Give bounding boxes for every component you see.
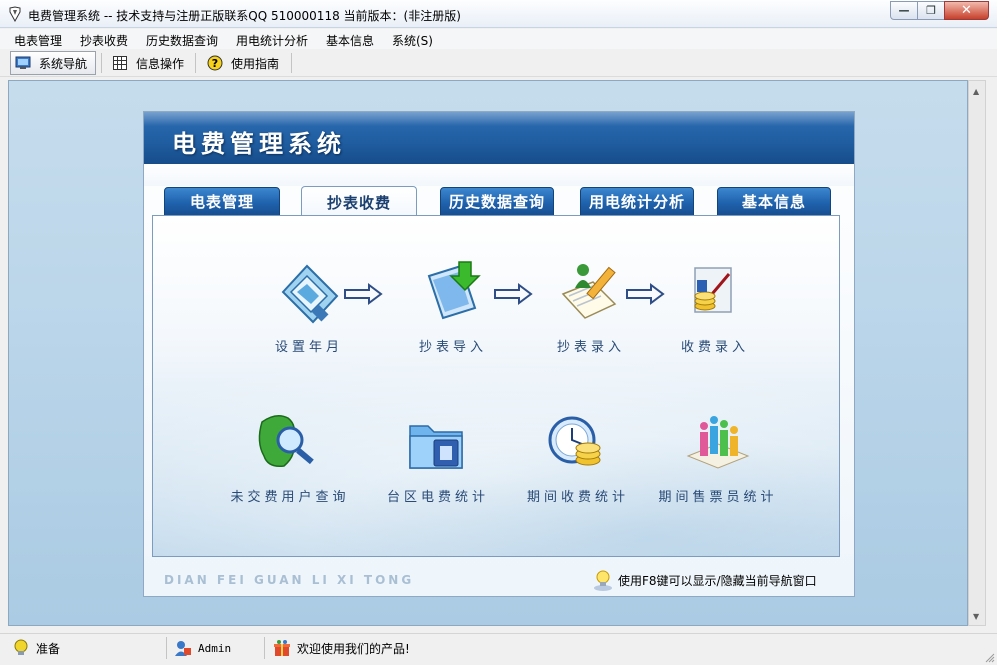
system-nav-label: 系统导航: [39, 56, 88, 71]
monitor-icon: [15, 55, 31, 71]
title-bar: 电费管理系统 -- 技术支持与注册正版联系QQ 510000118 当前版本：(…: [0, 0, 997, 28]
window-title: 电费管理系统 -- 技术支持与注册正版联系QQ 510000118 当前版本：(…: [28, 9, 461, 23]
user-icon: [175, 641, 191, 656]
app-icon: [9, 6, 21, 22]
panel-footer-text: DIAN FEI GUAN LI XI TONG: [164, 573, 415, 587]
toolbar-separator: [101, 53, 102, 73]
period-collection-statistics-item[interactable]: 期间收费统计: [513, 406, 643, 505]
notepad-pencil-icon: [561, 264, 617, 319]
unpaid-users-query-item[interactable]: 未交费用户查询: [215, 406, 365, 505]
panel-header: 电费管理系统: [144, 112, 854, 164]
folder-icon: [409, 425, 463, 469]
period-cashier-statistics-item[interactable]: 期间售票员统计: [648, 406, 788, 505]
toolbar-separator: [291, 53, 292, 73]
window-controls: — ❐ ✕: [890, 1, 989, 20]
restore-icon: ❐: [926, 4, 936, 17]
menu-meter-management[interactable]: 电表管理: [14, 32, 62, 49]
toolbar: 系统导航 信息操作 ? 使用指南: [0, 49, 997, 77]
f8-hint: 使用F8键可以显示/隐藏当前导航窗口: [592, 568, 817, 592]
menu-history-query[interactable]: 历史数据查询: [146, 32, 218, 49]
resize-grip-icon[interactable]: [983, 651, 995, 663]
menu-system[interactable]: 系统(S): [392, 32, 433, 49]
reading-entry-label: 抄表录入: [556, 340, 625, 355]
maximize-button[interactable]: ❐: [917, 1, 945, 20]
district-fee-statistics-label: 台区电费统计: [386, 490, 489, 505]
user-guide-button[interactable]: ? 使用指南: [203, 51, 283, 75]
tab-reading-billing[interactable]: 抄表收费: [301, 186, 417, 217]
menu-usage-analysis[interactable]: 用电统计分析: [236, 32, 308, 49]
svg-text:?: ?: [212, 57, 218, 70]
status-separator: [166, 637, 167, 659]
status-welcome-text: 欢迎使用我们的产品!: [297, 641, 410, 656]
close-button[interactable]: ✕: [944, 1, 989, 20]
payment-entry-label: 收费录入: [680, 340, 749, 355]
tab-history-query[interactable]: 历史数据查询: [440, 187, 554, 216]
reading-import-label: 抄表导入: [418, 340, 487, 355]
district-fee-statistics-item[interactable]: 台区电费统计: [373, 406, 503, 505]
unpaid-users-query-label: 未交费用户查询: [230, 490, 350, 505]
status-ready-text: 准备: [36, 641, 61, 656]
f8-hint-text: 使用F8键可以显示/隐藏当前导航窗口: [618, 573, 817, 588]
grid-icon: [112, 55, 128, 71]
scroll-up-icon[interactable]: ▲: [973, 87, 979, 96]
payment-entry-item[interactable]: 收费录入: [655, 256, 775, 355]
menu-bar: 电表管理 抄表收费 历史数据查询 用电统计分析 基本信息 系统(S): [0, 29, 997, 49]
tab-usage-analysis[interactable]: 用电统计分析: [580, 187, 694, 216]
feature-content-area: 设置年月 抄表导入 抄表录入 收费录入 未交费用户查询 台区电费统计 期间收费统…: [152, 215, 840, 557]
tab-meter-management[interactable]: 电表管理: [164, 187, 280, 216]
minimize-button[interactable]: —: [890, 1, 918, 20]
period-cashier-statistics-label: 期间售票员统计: [658, 490, 778, 505]
info-operation-label: 信息操作: [136, 56, 185, 71]
set-year-month-label: 设置年月: [274, 340, 343, 355]
import-document-icon: [427, 261, 481, 320]
help-icon: ?: [207, 55, 223, 71]
status-welcome-pane: 欢迎使用我们的产品!: [273, 636, 410, 660]
status-bar: 准备 Admin 欢迎使用我们的产品!: [0, 633, 997, 665]
clock-coins-icon: [548, 416, 601, 466]
toolbar-separator: [195, 53, 196, 73]
status-user-pane: Admin: [174, 636, 231, 660]
system-nav-button[interactable]: 系统导航: [10, 51, 96, 75]
flow-arrow-icon: [344, 283, 383, 305]
status-user-text: Admin: [198, 641, 232, 655]
bar-chart-people-icon: [686, 416, 750, 469]
gift-icon: [274, 640, 290, 656]
flow-arrow-icon: [494, 283, 533, 305]
map-magnifier-icon: [258, 415, 314, 468]
status-lightbulb-icon: [14, 639, 28, 655]
status-ready-pane: 准备: [12, 636, 60, 660]
minimize-icon: —: [898, 4, 910, 17]
menu-basic-info[interactable]: 基本信息: [326, 32, 374, 49]
lightbulb-icon: [594, 570, 612, 591]
payment-chart-icon: [694, 267, 732, 313]
period-collection-statistics-label: 期间收费统计: [526, 490, 629, 505]
info-operation-button[interactable]: 信息操作: [108, 51, 188, 75]
status-separator: [264, 637, 265, 659]
tab-basic-info[interactable]: 基本信息: [717, 187, 831, 216]
close-icon: ✕: [961, 3, 972, 18]
scroll-down-icon[interactable]: ▼: [973, 612, 979, 621]
vertical-scrollbar[interactable]: ▲ ▼: [968, 80, 986, 626]
user-guide-label: 使用指南: [231, 56, 280, 71]
panel-title: 电费管理系统: [172, 130, 346, 158]
calendar-icon: [281, 264, 339, 324]
menu-reading-billing[interactable]: 抄表收费: [80, 32, 128, 49]
